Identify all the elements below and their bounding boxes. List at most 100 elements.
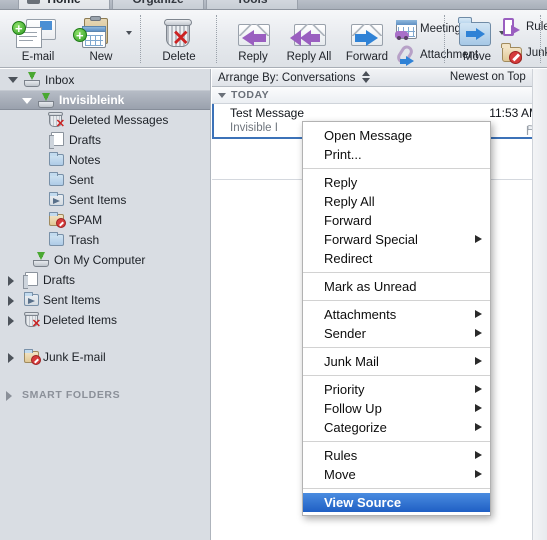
menu-item-label: Follow Up <box>324 401 382 416</box>
message-context-menu[interactable]: Open Message Print... Reply Reply All Fo… <box>302 121 491 516</box>
deleted-messages-icon: ✕ <box>48 112 65 130</box>
sidebar-group-smart-folders[interactable]: SMART FOLDERS <box>0 385 210 405</box>
menu-item-view-source[interactable]: View Source <box>303 493 490 512</box>
arrange-by-label: Arrange By: Conversations <box>218 72 356 84</box>
sidebar-item-drafts-local[interactable]: Drafts <box>0 270 210 290</box>
disclosure-triangle-icon[interactable] <box>8 276 14 286</box>
menu-item-junk-mail[interactable]: Junk Mail <box>303 352 490 371</box>
menu-separator <box>303 168 490 169</box>
move-button-label: Move <box>462 51 492 63</box>
sidebar-item-spam[interactable]: SPAM <box>0 210 210 230</box>
email-button[interactable]: + E-mail <box>10 18 66 63</box>
sidebar-item-sent-items-local[interactable]: Sent Items <box>0 290 210 310</box>
drafts-icon <box>49 132 64 149</box>
sidebar-item-drafts[interactable]: Drafts <box>0 130 210 150</box>
forward-button[interactable]: Forward <box>338 20 396 63</box>
submenu-arrow-icon <box>475 329 482 337</box>
menu-item-label: Junk Mail <box>324 354 379 369</box>
ribbon-tab-strip: Home Organize Tools <box>0 0 547 10</box>
arrange-by-control[interactable]: Arrange By: Conversations <box>218 71 370 84</box>
menu-item-rules[interactable]: Rules <box>303 446 490 465</box>
sidebar-item-inbox[interactable]: Inbox <box>0 70 210 90</box>
menu-separator <box>303 272 490 273</box>
sidebar-item-sent[interactable]: Sent <box>0 170 210 190</box>
drafts-icon <box>23 272 38 289</box>
new-dropdown-caret[interactable] <box>126 31 132 35</box>
reply-all-button-label: Reply All <box>286 51 332 63</box>
sidebar-item-trash[interactable]: Trash <box>0 230 210 250</box>
menu-item-redirect[interactable]: Redirect <box>303 249 490 268</box>
tab-tools-label: Tools <box>236 0 267 6</box>
move-folder-icon <box>452 17 505 50</box>
email-button-label: E-mail <box>21 51 55 63</box>
reply-all-button[interactable]: Reply All <box>278 20 340 63</box>
menu-item-label: Sender <box>324 326 366 341</box>
menu-item-mark-as-unread[interactable]: Mark as Unread <box>303 277 490 296</box>
arrange-by-stepper-icon[interactable] <box>361 71 370 83</box>
trash-delete-icon: ✕ <box>150 18 208 50</box>
new-button[interactable]: + New <box>72 16 132 63</box>
menu-item-label: Mark as Unread <box>324 279 417 294</box>
menu-item-reply[interactable]: Reply <box>303 173 490 192</box>
menu-item-label: Forward <box>324 213 372 228</box>
sidebar-item-label: Deleted Messages <box>69 113 169 127</box>
submenu-arrow-icon <box>475 235 482 243</box>
sidebar-item-label: Drafts <box>43 273 76 287</box>
group-disclosure-icon[interactable] <box>218 93 226 98</box>
menu-separator <box>303 488 490 489</box>
ribbon-separator-1 <box>140 15 141 63</box>
menu-item-forward[interactable]: Forward <box>303 211 490 230</box>
sidebar-item-label: Sent Items <box>69 193 127 207</box>
disclosure-triangle-icon[interactable] <box>22 98 32 104</box>
sidebar-item-notes[interactable]: Notes <box>0 150 210 170</box>
new-email-icon: + <box>10 18 66 50</box>
menu-item-label: Reply <box>324 175 358 190</box>
menu-item-label: Open Message <box>324 128 413 143</box>
list-scrollbar[interactable] <box>532 69 547 540</box>
disclosure-triangle-icon[interactable] <box>8 316 14 326</box>
new-button-label: New <box>89 51 113 63</box>
menu-item-follow-up[interactable]: Follow Up <box>303 399 490 418</box>
menu-separator <box>303 375 490 376</box>
disclosure-triangle-icon[interactable] <box>8 296 14 306</box>
menu-item-move[interactable]: Move <box>303 465 490 484</box>
submenu-arrow-icon <box>475 357 482 365</box>
inbox-icon <box>33 252 49 267</box>
disclosure-triangle-icon[interactable] <box>8 77 18 83</box>
menu-item-forward-special[interactable]: Forward Special <box>303 230 490 249</box>
tab-home[interactable]: Home <box>18 0 110 9</box>
menu-item-sender[interactable]: Sender <box>303 324 490 343</box>
menu-item-reply-all[interactable]: Reply All <box>303 192 490 211</box>
menu-separator <box>303 300 490 301</box>
sidebar-item-label: On My Computer <box>54 253 146 267</box>
move-button[interactable]: Move <box>452 17 505 63</box>
menu-item-print[interactable]: Print... <box>303 145 490 164</box>
sort-order-control[interactable]: Newest on Top <box>450 71 539 83</box>
sidebar-item-deleted-items-local[interactable]: ✕ Deleted Items <box>0 310 210 330</box>
sidebar-item-sent-items[interactable]: Sent Items <box>0 190 210 210</box>
tab-home-label: Home <box>47 0 80 6</box>
delete-button[interactable]: ✕ Delete <box>150 18 208 63</box>
folder-sidebar[interactable]: Inbox Invisibleink ✕ Deleted Messages Dr… <box>0 69 211 540</box>
reply-all-icon <box>278 20 340 50</box>
group-header-today[interactable]: TODAY <box>212 87 547 104</box>
disclosure-triangle-icon[interactable] <box>6 391 12 401</box>
sidebar-item-invisibleink[interactable]: Invisibleink <box>0 90 210 110</box>
menu-item-label: Categorize <box>324 420 387 435</box>
tab-tools[interactable]: Tools <box>206 0 298 9</box>
inbox-icon <box>38 93 54 108</box>
sidebar-item-on-my-computer[interactable]: On My Computer <box>0 250 210 270</box>
tab-organize[interactable]: Organize <box>112 0 204 9</box>
menu-item-categorize[interactable]: Categorize <box>303 418 490 437</box>
sidebar-item-deleted-messages[interactable]: ✕ Deleted Messages <box>0 110 210 130</box>
disclosure-triangle-icon[interactable] <box>8 353 14 363</box>
menu-separator <box>303 347 490 348</box>
menu-item-label: Reply All <box>324 194 375 209</box>
reply-button[interactable]: Reply <box>226 20 280 63</box>
group-header-label: TODAY <box>231 89 270 101</box>
submenu-arrow-icon <box>475 404 482 412</box>
menu-item-attachments[interactable]: Attachments <box>303 305 490 324</box>
sidebar-item-junk-email[interactable]: Junk E-mail <box>0 347 210 367</box>
menu-item-priority[interactable]: Priority <box>303 380 490 399</box>
menu-item-open-message[interactable]: Open Message <box>303 126 490 145</box>
